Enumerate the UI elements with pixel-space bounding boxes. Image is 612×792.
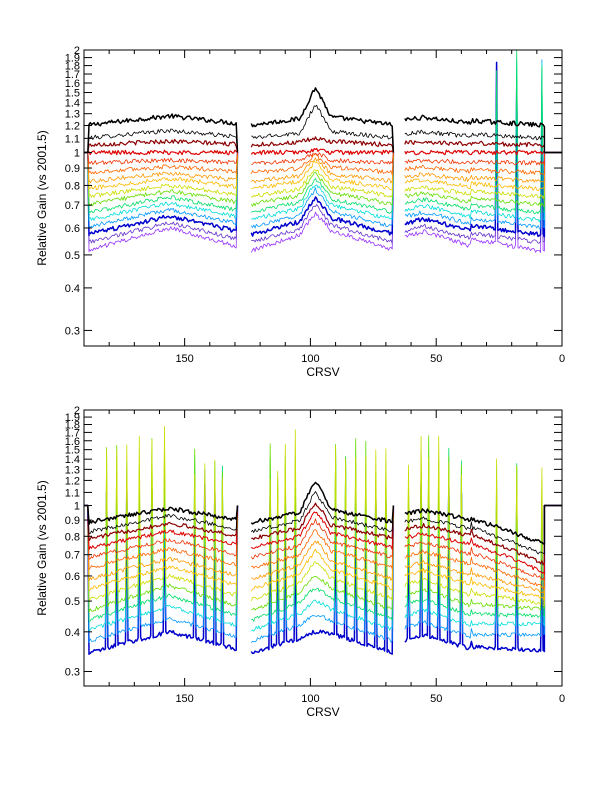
y-tick-label: 2 <box>74 45 80 57</box>
y-axis-label: Relative Gain (vs 2001.5) <box>35 480 49 615</box>
y-tick-label: 0.3 <box>65 666 80 678</box>
y-axis-label: Relative Gain (vs 2001.5) <box>35 130 49 265</box>
y-tick-label: 0.5 <box>65 596 80 608</box>
series-line-1 <box>84 104 562 153</box>
series-line-10 <box>84 50 562 215</box>
x-tick-label: 0 <box>559 353 565 365</box>
x-tick-label: 50 <box>430 693 442 705</box>
y-tick-label: 1.3 <box>65 464 80 476</box>
y-tick-label: 0.3 <box>65 325 80 337</box>
chart-top: 150 100 50 0 0.3 0.4 0.5 0.6 0.7 0.8 0.9 1 1.11.21.3… <box>35 45 565 379</box>
y-tick-label: 0.6 <box>65 223 80 235</box>
series-line-0 <box>84 87 562 154</box>
y-tick-label: 1.3 <box>65 109 80 121</box>
y-tick-label: 0.5 <box>65 250 80 262</box>
plot-frame <box>83 409 563 687</box>
series-line-6 <box>84 152 562 184</box>
y-tick-label: 0.9 <box>65 515 80 527</box>
x-tick-label: 100 <box>301 693 319 705</box>
y-tick-label: 2 <box>74 405 80 417</box>
y-tick-label: 0.6 <box>65 571 80 583</box>
series-line-4 <box>84 152 562 166</box>
x-tick-label: 50 <box>430 353 442 365</box>
series-group <box>84 50 562 253</box>
series-line-7 <box>84 152 562 192</box>
chart-figure: 150 100 50 00.30.40.50.60.70.80.911.11.21.3… <box>35 45 565 719</box>
series-group <box>84 425 562 655</box>
x-tick-label: 100 <box>301 353 319 365</box>
series-line-5 <box>84 152 562 176</box>
series-line-14 <box>84 77 562 244</box>
y-tick-label: 0.8 <box>65 531 80 543</box>
y-tick-label: 1.1 <box>65 133 80 145</box>
y-tick-label: 0.4 <box>65 627 80 639</box>
y-tick-label: 1.2 <box>65 475 80 487</box>
x-tick-label: 150 <box>175 693 193 705</box>
x-axis-label: CRSV <box>306 365 339 379</box>
chart-bottom: 150 100 50 0 0.3 0.4 0.5 0.6 0.7 0.8 0.9 1 1.11.21.3… <box>35 405 565 719</box>
y-tick-label: 1 <box>74 501 80 513</box>
series-line-8 <box>84 425 562 606</box>
series-line-2 <box>84 136 562 154</box>
y-tick-label: 0.4 <box>65 283 80 295</box>
y-tick-label: 1.1 <box>65 487 80 499</box>
y-tick-label: 0.9 <box>65 163 80 175</box>
y-tick-label: 1 <box>74 147 80 159</box>
y-tick-label: 0.8 <box>65 180 80 192</box>
y-tick-label: 1.2 <box>65 121 80 133</box>
x-axis-label: CRSV <box>306 705 339 719</box>
y-tick-label: 0.7 <box>65 200 80 212</box>
x-tick-label: 0 <box>559 693 565 705</box>
x-tick-label: 150 <box>175 353 193 365</box>
y-tick-label: 0.7 <box>65 550 80 562</box>
series-line-10 <box>84 446 562 623</box>
